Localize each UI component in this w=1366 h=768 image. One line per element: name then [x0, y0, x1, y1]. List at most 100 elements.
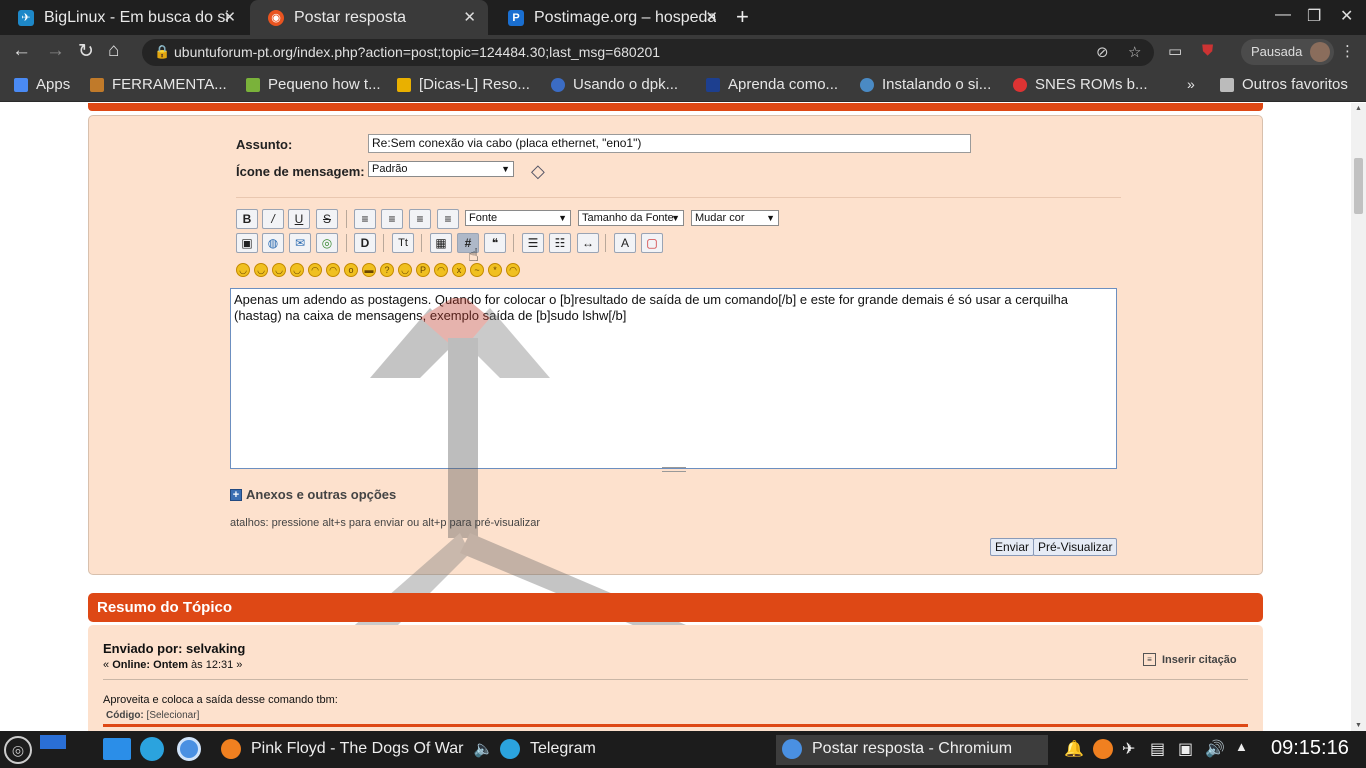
start-menu-icon[interactable]: ◎: [4, 736, 32, 764]
file-manager-icon[interactable]: [103, 738, 131, 760]
ftp-button[interactable]: ◎: [316, 233, 338, 253]
sad-smiley-icon[interactable]: ◠: [326, 263, 340, 277]
image-button[interactable]: ▣: [236, 233, 258, 253]
insert-quote-button[interactable]: ≡ Inserir citação: [1143, 653, 1237, 666]
scrollbar-thumb[interactable]: [1354, 158, 1363, 214]
textarea-resize-handle[interactable]: [662, 467, 686, 472]
embarrassed-smiley-icon[interactable]: ◠: [434, 263, 448, 277]
subject-input[interactable]: Re:Sem conexão via cabo (placa ethernet,…: [368, 134, 971, 153]
bookmark-pequeno-how[interactable]: Pequeno how t...: [246, 76, 381, 93]
telegram-launcher-icon[interactable]: [140, 737, 164, 761]
hyperlink-button[interactable]: ◍: [262, 233, 284, 253]
vertical-scrollbar[interactable]: ▲ ▼: [1351, 103, 1366, 731]
home-icon[interactable]: ⌂: [108, 40, 119, 62]
notifications-bell-icon[interactable]: 🔔: [1064, 739, 1084, 759]
workspace-switcher[interactable]: [40, 735, 66, 749]
send-button[interactable]: Enviar: [990, 538, 1035, 556]
kiss-smiley-icon[interactable]: *: [488, 263, 502, 277]
tab-postar-resposta[interactable]: ◉ Postar resposta ✕: [250, 0, 488, 35]
more-bookmarks-chevron-icon[interactable]: »: [1187, 76, 1195, 92]
url-text[interactable]: ubuntuforum-pt.org/index.php?action=post…: [174, 44, 660, 60]
volume-icon[interactable]: 🔈: [474, 739, 494, 759]
telegram-tray-icon[interactable]: ✈: [1122, 739, 1135, 759]
network-icon[interactable]: ▣: [1178, 739, 1193, 759]
forward-arrow-icon[interactable]: →: [46, 40, 65, 62]
shocked-smiley-icon[interactable]: o: [344, 263, 358, 277]
undecided-smiley-icon[interactable]: ~: [470, 263, 484, 277]
close-tab-icon[interactable]: ✕: [463, 8, 476, 26]
lips-sealed-smiley-icon[interactable]: x: [452, 263, 466, 277]
blocked-content-icon[interactable]: ⊘: [1096, 43, 1109, 61]
bookmark-apps[interactable]: Apps: [14, 76, 70, 93]
bookmark-star-icon[interactable]: ☆: [1128, 43, 1141, 61]
bookmark-instalando[interactable]: Instalando o si...: [860, 76, 991, 93]
back-arrow-icon[interactable]: ←: [12, 40, 31, 62]
italic-button[interactable]: /: [262, 209, 284, 229]
wink-smiley-icon[interactable]: ◡: [254, 263, 268, 277]
close-window-icon[interactable]: ✕: [1340, 6, 1353, 26]
huh-smiley-icon[interactable]: ?: [380, 263, 394, 277]
preview-button[interactable]: Pré-Visualizar: [1033, 538, 1118, 556]
clipboard-icon[interactable]: ▤: [1150, 739, 1165, 759]
scroll-up-icon[interactable]: ▲: [1355, 105, 1362, 112]
remove-format-button[interactable]: A: [614, 233, 636, 253]
numbered-list-button[interactable]: ☷: [549, 233, 571, 253]
minimize-icon[interactable]: —: [1275, 6, 1291, 24]
tongue-smiley-icon[interactable]: P: [416, 263, 430, 277]
bookmark-snes[interactable]: SNES ROMs b...: [1013, 76, 1148, 93]
new-tab-plus-icon[interactable]: +: [736, 4, 749, 30]
align-center-button[interactable]: ≡: [381, 209, 403, 229]
flash-button[interactable]: D: [354, 233, 376, 253]
toggle-view-button[interactable]: ▢: [641, 233, 663, 253]
tab-biglinux[interactable]: ✈ BigLinux - Em busca do si ✕: [0, 0, 248, 35]
taskbar-chromium[interactable]: Postar resposta - Chromium: [782, 739, 1012, 759]
close-tab-icon[interactable]: ✕: [705, 8, 718, 26]
attachments-toggle[interactable]: + Anexos e outras opções: [230, 487, 396, 502]
maximize-icon[interactable]: ❐: [1307, 6, 1321, 26]
address-bar[interactable]: 🔒 ubuntuforum-pt.org/index.php?action=po…: [142, 39, 1154, 66]
bookmark-dicas-l[interactable]: [Dicas-L] Reso...: [397, 76, 530, 93]
font-size-select[interactable]: Tamanho da Fonte ▼: [578, 210, 684, 226]
cry-smiley-icon[interactable]: ◠: [506, 263, 520, 277]
angry-smiley-icon[interactable]: ◠: [308, 263, 322, 277]
reload-icon[interactable]: ↻: [78, 40, 94, 63]
profile-button[interactable]: Pausada: [1241, 39, 1335, 65]
close-tab-icon[interactable]: ✕: [223, 8, 236, 26]
tab-postimage[interactable]: P Postimage.org – hospeda ✕: [490, 0, 730, 35]
table-button[interactable]: ▦: [430, 233, 452, 253]
teletype-button[interactable]: Tt: [392, 233, 414, 253]
cheesy-smiley-icon[interactable]: ◡: [272, 263, 286, 277]
font-select[interactable]: Fonte ▼: [465, 210, 571, 226]
scroll-down-icon[interactable]: ▼: [1355, 722, 1362, 729]
smiley-icon[interactable]: ◡: [236, 263, 250, 277]
bookmark-aprenda[interactable]: Aprenda como...: [706, 76, 838, 93]
message-icon-select[interactable]: Padrão ▼: [368, 161, 514, 177]
taskbar-telegram[interactable]: Telegram: [500, 739, 596, 759]
ublock-icon[interactable]: ⛊: [1202, 42, 1213, 59]
align-right-button[interactable]: ≡: [409, 209, 431, 229]
rolleyes-smiley-icon[interactable]: ◡: [398, 263, 412, 277]
bold-button[interactable]: B: [236, 209, 258, 229]
align-left-button[interactable]: ≡: [354, 209, 376, 229]
menu-dots-icon[interactable]: ⋮: [1340, 42, 1355, 60]
underline-button[interactable]: U: [288, 209, 310, 229]
grin-smiley-icon[interactable]: ◡: [290, 263, 304, 277]
bulleted-list-button[interactable]: ☰: [522, 233, 544, 253]
bookmark-usando-dpkg[interactable]: Usando o dpk...: [551, 76, 678, 93]
color-select[interactable]: Mudar cor ▼: [691, 210, 779, 226]
horizontal-rule-button[interactable]: ↔: [577, 233, 599, 253]
bookmark-ferramenta[interactable]: FERRAMENTA...: [90, 76, 227, 93]
tab-search-icon[interactable]: ▭: [1168, 42, 1182, 60]
speaker-icon[interactable]: 🔊: [1205, 739, 1225, 759]
email-button[interactable]: ✉: [289, 233, 311, 253]
quote-button[interactable]: ❝: [484, 233, 506, 253]
select-code-link[interactable]: [Selecionar]: [147, 710, 200, 721]
media-tray-icon[interactable]: [1093, 739, 1113, 759]
tray-expand-icon[interactable]: ▲: [1235, 739, 1248, 754]
clock[interactable]: 09:15:16: [1271, 737, 1349, 760]
bookmark-outros-favoritos[interactable]: Outros favoritos: [1220, 76, 1348, 93]
strikethrough-button[interactable]: S: [316, 209, 338, 229]
message-textarea[interactable]: Apenas um adendo as postagens. Quando fo…: [230, 288, 1117, 469]
cool-smiley-icon[interactable]: ▬: [362, 263, 376, 277]
justify-button[interactable]: ≡: [437, 209, 459, 229]
